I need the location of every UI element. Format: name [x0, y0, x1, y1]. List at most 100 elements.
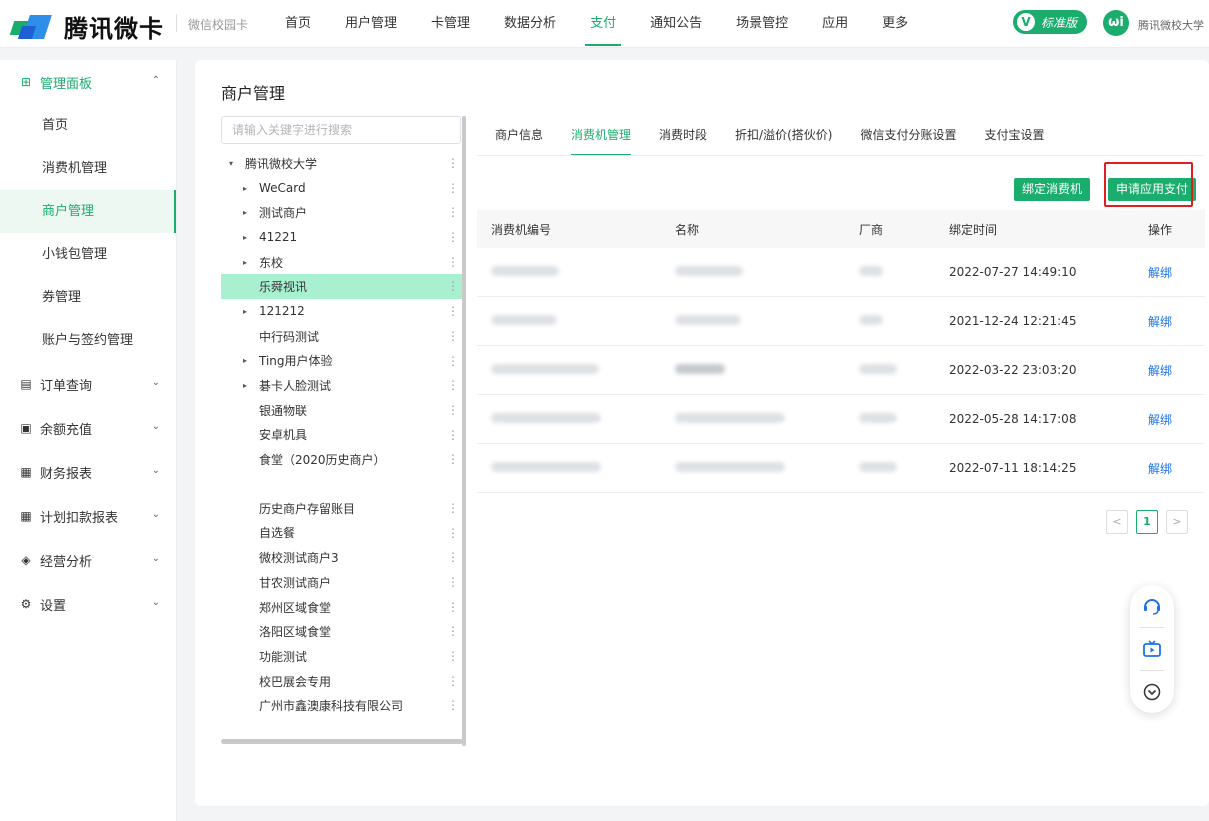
- tv-tutorial-icon[interactable]: [1130, 628, 1174, 670]
- nav-apps[interactable]: 应用: [805, 0, 865, 48]
- more-options-icon[interactable]: ⋮: [447, 526, 459, 540]
- sidebar-item-wallet[interactable]: 小钱包管理: [0, 233, 176, 276]
- tree-node[interactable]: 食堂（2020历史商户） ⋮: [221, 447, 463, 472]
- caret-right-icon[interactable]: ▸: [243, 381, 255, 390]
- nav-more[interactable]: 更多: [865, 0, 925, 48]
- page-1-button[interactable]: 1: [1136, 510, 1158, 534]
- school-name[interactable]: 腾讯微校大学: [1138, 17, 1204, 33]
- sidebar-group-dashboard[interactable]: ⊞ 管理面板 ⌃: [0, 60, 176, 104]
- tab-alipay-settings[interactable]: 支付宝设置: [970, 122, 1058, 156]
- bind-pos-button[interactable]: 绑定消费机: [1014, 178, 1091, 201]
- nav-data-analysis[interactable]: 数据分析: [487, 0, 573, 48]
- nav-users[interactable]: 用户管理: [328, 0, 414, 48]
- tree-node[interactable]: 功能测试 ⋮: [221, 644, 463, 669]
- tree-horizontal-scrollbar[interactable]: [221, 739, 463, 744]
- sidebar-item-merchants[interactable]: 商户管理: [0, 190, 176, 233]
- tree-node[interactable]: ▸ 41221 ⋮: [221, 225, 463, 250]
- more-options-icon[interactable]: ⋮: [447, 279, 459, 293]
- more-options-icon[interactable]: ⋮: [447, 230, 459, 244]
- next-page-button[interactable]: >: [1166, 510, 1188, 534]
- prev-page-button[interactable]: <: [1106, 510, 1128, 534]
- more-options-icon[interactable]: ⋮: [447, 205, 459, 219]
- sidebar-item-coupons[interactable]: 券管理: [0, 276, 176, 319]
- brand-logo[interactable]: 腾讯微卡: [9, 9, 164, 44]
- sidebar-group-settings[interactable]: ⚙ 设置 ⌄: [0, 582, 176, 626]
- nav-cards[interactable]: 卡管理: [414, 0, 487, 48]
- tab-wechat-split[interactable]: 微信支付分账设置: [846, 122, 970, 156]
- more-options-icon[interactable]: ⋮: [447, 403, 459, 417]
- more-options-icon[interactable]: ⋮: [447, 428, 459, 442]
- tree-node[interactable]: 广州市鑫澳康科技有限公司 ⋮: [221, 693, 463, 718]
- sidebar-item-home[interactable]: 首页: [0, 104, 176, 147]
- tree-node[interactable]: ▸ Ting用户体验 ⋮: [221, 349, 463, 374]
- caret-right-icon[interactable]: ▸: [243, 184, 255, 193]
- tree-node[interactable]: ▸ WeCard ⋮: [221, 176, 463, 201]
- more-options-icon[interactable]: ⋮: [447, 674, 459, 688]
- tree-node[interactable]: ▸ 东校 ⋮: [221, 250, 463, 275]
- merchant-search-input[interactable]: [221, 116, 461, 144]
- caret-right-icon[interactable]: ▸: [243, 233, 255, 242]
- more-options-icon[interactable]: ⋮: [447, 181, 459, 195]
- tree-node[interactable]: ▸ 测试商户 ⋮: [221, 200, 463, 225]
- sidebar-group-plan-report[interactable]: ▦ 计划扣款报表 ⌄: [0, 494, 176, 538]
- caret-right-icon[interactable]: ▸: [243, 307, 255, 316]
- nav-home[interactable]: 首页: [268, 0, 328, 48]
- tree-node[interactable]: 微校测试商户3 ⋮: [221, 545, 463, 570]
- tree-node[interactable]: 郑州区域食堂 ⋮: [221, 595, 463, 620]
- nav-notices[interactable]: 通知公告: [633, 0, 719, 48]
- tree-vertical-scrollbar[interactable]: [462, 116, 466, 746]
- tree-node[interactable]: 历史商户存留账目 ⋮: [221, 496, 463, 521]
- tree-node[interactable]: 甘农测试商户 ⋮: [221, 570, 463, 595]
- tree-node[interactable]: 乐舜视讯 ⋮: [221, 274, 463, 300]
- tab-meal-periods[interactable]: 消费时段: [645, 122, 721, 156]
- tree-node[interactable]: ▸ 121212 ⋮: [221, 299, 463, 324]
- sidebar-group-orders[interactable]: ▤ 订单查询 ⌄: [0, 362, 176, 406]
- sidebar-group-analysis[interactable]: ◈ 经营分析 ⌄: [0, 538, 176, 582]
- sidebar-group-recharge[interactable]: ▣ 余额充值 ⌄: [0, 406, 176, 450]
- tab-merchant-info[interactable]: 商户信息: [481, 122, 557, 156]
- tree-node[interactable]: [221, 472, 463, 496]
- sidebar-group-finance[interactable]: ▦ 财务报表 ⌄: [0, 450, 176, 494]
- school-avatar[interactable]: ωi: [1103, 10, 1129, 36]
- more-options-icon[interactable]: ⋮: [447, 550, 459, 564]
- tree-node[interactable]: 安卓机具 ⋮: [221, 423, 463, 448]
- tree-node[interactable]: 银通物联 ⋮: [221, 398, 463, 423]
- tree-node[interactable]: ▾ 腾讯微校大学 ⋮: [221, 151, 463, 176]
- unbind-link[interactable]: 解绑: [1148, 266, 1172, 280]
- more-options-icon[interactable]: ⋮: [447, 354, 459, 368]
- more-options-icon[interactable]: ⋮: [447, 452, 459, 466]
- more-options-icon[interactable]: ⋮: [447, 624, 459, 638]
- caret-down-icon[interactable]: ▾: [229, 159, 241, 168]
- caret-right-icon[interactable]: ▸: [243, 258, 255, 267]
- unbind-link[interactable]: 解绑: [1148, 364, 1172, 378]
- sidebar-item-accounts[interactable]: 账户与签约管理: [0, 319, 176, 362]
- tree-node[interactable]: ▸ 碁卡人脸测试 ⋮: [221, 373, 463, 398]
- unbind-link[interactable]: 解绑: [1148, 462, 1172, 476]
- nav-payment[interactable]: 支付: [573, 0, 633, 48]
- caret-right-icon[interactable]: ▸: [243, 208, 255, 217]
- unbind-link[interactable]: 解绑: [1148, 315, 1172, 329]
- more-options-icon[interactable]: ⋮: [447, 378, 459, 392]
- tab-pos-machines[interactable]: 消费机管理: [557, 122, 645, 156]
- more-options-icon[interactable]: ⋮: [447, 329, 459, 343]
- more-options-icon[interactable]: ⋮: [447, 501, 459, 515]
- tree-node[interactable]: 中行码测试 ⋮: [221, 324, 463, 349]
- more-options-icon[interactable]: ⋮: [447, 698, 459, 712]
- tab-discount[interactable]: 折扣/溢价(搭伙价): [721, 122, 846, 156]
- more-options-icon[interactable]: ⋮: [447, 255, 459, 269]
- tree-node[interactable]: 校巴展会专用 ⋮: [221, 669, 463, 694]
- unbind-link[interactable]: 解绑: [1148, 413, 1172, 427]
- edition-badge[interactable]: V 标准版: [1013, 10, 1088, 34]
- more-options-icon[interactable]: ⋮: [447, 304, 459, 318]
- more-options-icon[interactable]: ⋮: [447, 156, 459, 170]
- more-options-icon[interactable]: ⋮: [447, 600, 459, 614]
- tree-node[interactable]: 洛阳区域食堂 ⋮: [221, 619, 463, 644]
- more-options-icon[interactable]: ⋮: [447, 649, 459, 663]
- tree-node[interactable]: 自选餐 ⋮: [221, 521, 463, 546]
- caret-right-icon[interactable]: ▸: [243, 356, 255, 365]
- customer-service-icon[interactable]: [1130, 585, 1174, 627]
- sidebar-item-pos-machines[interactable]: 消费机管理: [0, 147, 176, 190]
- scroll-down-icon[interactable]: [1130, 671, 1174, 713]
- more-options-icon[interactable]: ⋮: [447, 575, 459, 589]
- nav-scene-control[interactable]: 场景管控: [719, 0, 805, 48]
